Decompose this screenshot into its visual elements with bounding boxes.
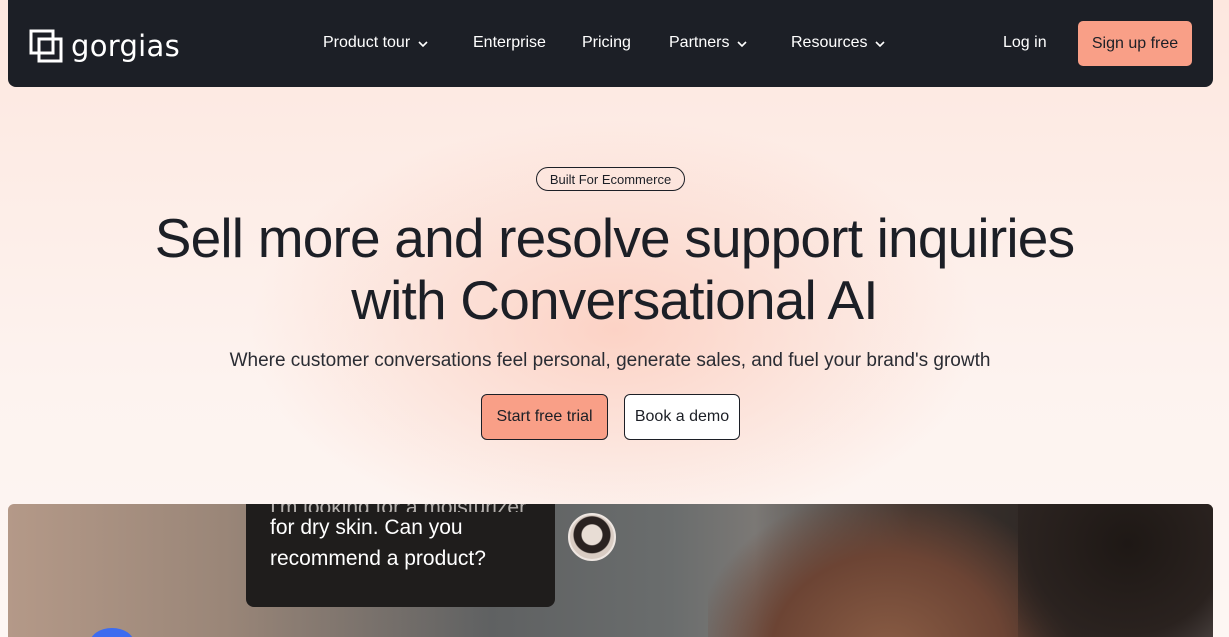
nav-item-label: Pricing xyxy=(582,34,631,51)
nav-item-label: Enterprise xyxy=(473,34,546,51)
logo-text: gorgias xyxy=(71,29,181,63)
nav-item-enterprise[interactable]: Enterprise xyxy=(473,33,546,53)
nav-item-resources[interactable]: Resources xyxy=(791,33,886,53)
headline-line-2: with Conversational AI xyxy=(351,269,878,331)
nav-item-partners[interactable]: Partners xyxy=(669,33,748,53)
headline-line-1: Sell more and resolve support inquiries xyxy=(154,207,1075,269)
chevron-down-icon xyxy=(875,33,886,53)
top-navbar: gorgias Product tour Enterprise Pricing … xyxy=(8,0,1213,87)
book-demo-button[interactable]: Book a demo xyxy=(624,394,740,440)
nav-item-pricing[interactable]: Pricing xyxy=(582,33,631,53)
hero-media[interactable]: I'm looking for a moisturizer for dry sk… xyxy=(8,504,1213,637)
chat-bubble-line-1: for dry skin. Can you xyxy=(270,516,463,539)
chat-widget-icon[interactable] xyxy=(90,628,134,637)
hero-subheading: Where customer conversations feel person… xyxy=(229,350,991,371)
customer-photo-hair xyxy=(1018,504,1213,637)
chevron-down-icon xyxy=(737,33,748,53)
nav-item-label: Product tour xyxy=(323,34,411,51)
chevron-down-icon xyxy=(418,33,428,53)
nav-item-label: Partners xyxy=(669,34,730,51)
login-link[interactable]: Log in xyxy=(1003,33,1047,53)
gorgias-logo-icon xyxy=(29,29,63,63)
chat-bubble: I'm looking for a moisturizer for dry sk… xyxy=(246,504,555,607)
logo[interactable]: gorgias xyxy=(29,29,180,63)
start-free-trial-button[interactable]: Start free trial xyxy=(481,394,608,440)
signup-button[interactable]: Sign up free xyxy=(1078,21,1192,66)
nav-item-label: Resources xyxy=(791,34,868,51)
customer-avatar xyxy=(568,513,616,561)
nav-item-product-tour[interactable]: Product tour xyxy=(323,33,428,53)
hero-headline: Sell more and resolve support inquiries … xyxy=(0,207,1229,331)
chat-bubble-cutoff-text: I'm looking for a moisturizer xyxy=(270,504,531,512)
ecommerce-badge: Built For Ecommerce xyxy=(536,167,685,191)
chat-bubble-line-2: recommend a product? xyxy=(270,547,486,570)
